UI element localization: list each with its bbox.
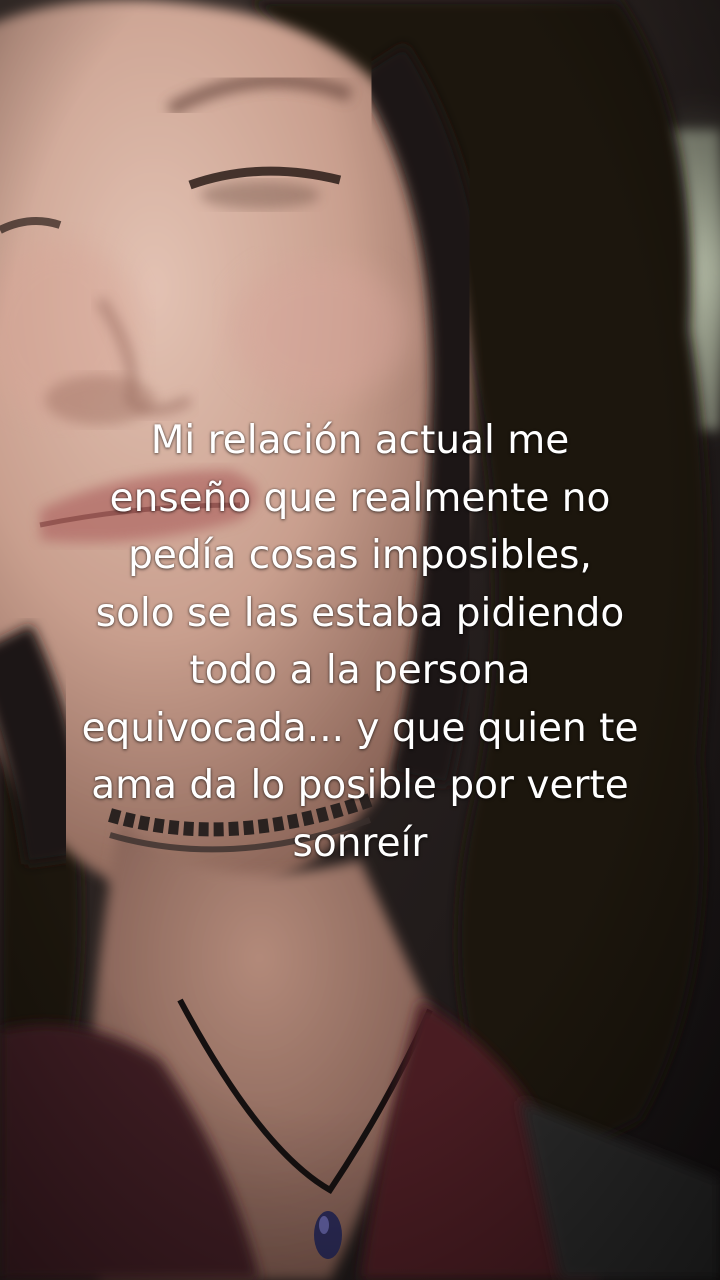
caption-line: ama da lo posible por verte	[91, 763, 629, 808]
caption-line: sonreír	[292, 820, 428, 866]
caption-line: solo se las estaba pidiendo	[95, 590, 625, 636]
caption-line: todo a la persona	[189, 648, 531, 693]
caption-line: equivocada... y que quien te	[81, 705, 639, 751]
caption-line: pedía cosas imposibles,	[128, 533, 592, 578]
video-frame: Mi relación actual me enseño que realmen…	[0, 0, 720, 1280]
caption-text: Mi relación actual me enseño que realmen…	[40, 412, 680, 872]
caption-line: enseño que realmente no	[109, 475, 611, 521]
caption-line: Mi relación actual me	[150, 418, 570, 463]
